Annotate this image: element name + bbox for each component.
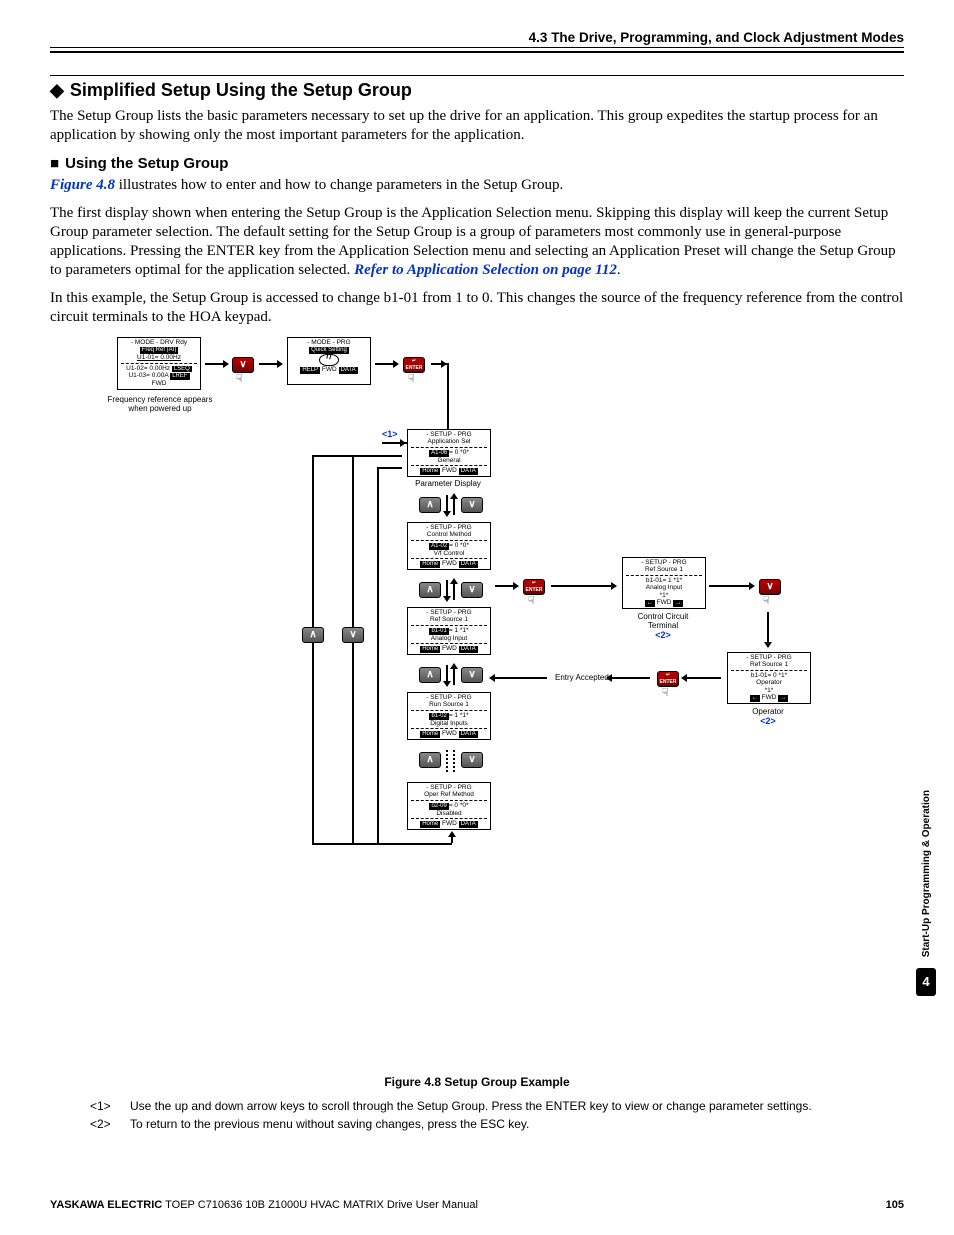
diamond-bullet-icon: ◆ bbox=[50, 80, 64, 100]
chapter-tab-label: Start-Up Programming & Operation bbox=[921, 790, 932, 957]
page-number: 105 bbox=[886, 1199, 904, 1211]
example-paragraph: In this example, the Setup Group is acce… bbox=[50, 289, 904, 327]
arrow-icon bbox=[453, 499, 455, 515]
lcd-run-source: - SETUP - PRG Run Source 1 b1-02= 1 *1* … bbox=[407, 692, 491, 740]
paragraph: Figure 4.8 illustrates how to enter and … bbox=[50, 176, 904, 195]
lcd-oper-ref: - SETUP - PRG Oper Ref Method o2-09= 0 *… bbox=[407, 782, 491, 830]
arrow-icon bbox=[767, 612, 769, 642]
setup-group-diagram: - MODE - DRV Rdy Freq Ref (AI) U1-01= 0.… bbox=[87, 337, 867, 1067]
arrow-icon bbox=[612, 677, 650, 679]
arrow-icon bbox=[451, 837, 453, 843]
chapter-number-chip: 4 bbox=[916, 968, 936, 996]
arrow-icon bbox=[205, 363, 223, 365]
dotted-line bbox=[453, 750, 455, 772]
square-bullet-icon: ■ bbox=[50, 155, 59, 172]
up-key-icon: ∧ bbox=[419, 582, 441, 598]
hand-icon: ☟ bbox=[662, 686, 669, 699]
arrow-icon bbox=[709, 585, 749, 587]
figure-notes: <1>Use the up and down arrow keys to scr… bbox=[50, 1099, 904, 1131]
arrow-icon bbox=[453, 584, 455, 600]
arrow-icon bbox=[453, 669, 455, 685]
enter-key-icon: ↵ENTER bbox=[657, 671, 679, 687]
arrow-icon bbox=[375, 363, 393, 365]
note-text: Use the up and down arrow keys to scroll… bbox=[130, 1099, 812, 1113]
lcd-ref-source: - SETUP - PRG Ref Source 1 b1-01= 1 *1* … bbox=[407, 607, 491, 655]
chapter-tab: Start-Up Programming & Operation 4 bbox=[916, 790, 936, 996]
down-key-icon: ∨ bbox=[759, 579, 781, 595]
arrow-icon bbox=[687, 677, 721, 679]
hand-icon: ☟ bbox=[408, 372, 415, 385]
enter-key-icon: ↵ENTER bbox=[523, 579, 545, 595]
up-key-icon: ∧ bbox=[419, 667, 441, 683]
hand-icon: ☟ bbox=[528, 594, 535, 607]
note-text: To return to the previous menu without s… bbox=[130, 1117, 529, 1131]
up-key-icon: ∧ bbox=[419, 497, 441, 513]
subsection-heading: ■Using the Setup Group bbox=[50, 155, 904, 172]
paragraph: The first display shown when entering th… bbox=[50, 204, 904, 279]
down-key-icon: ∨ bbox=[461, 667, 483, 683]
page-footer: YASKAWA ELECTRIC TOEP C710636 10B Z1000U… bbox=[50, 1199, 904, 1211]
header-section: 4.3 The Drive, Programming, and Clock Ad… bbox=[529, 30, 904, 45]
arrow-icon bbox=[446, 665, 448, 681]
footer-text: YASKAWA ELECTRIC TOEP C710636 10B Z1000U… bbox=[50, 1199, 478, 1211]
intro-paragraph: The Setup Group lists the basic paramete… bbox=[50, 107, 904, 145]
hand-icon: ☟ bbox=[763, 594, 770, 607]
figure-caption: Figure 4.8 Setup Group Example bbox=[50, 1075, 904, 1089]
up-key-icon: ∧ bbox=[419, 752, 441, 768]
arrow-icon bbox=[431, 363, 441, 365]
down-key-icon: ∨ bbox=[461, 752, 483, 768]
dotted-line bbox=[446, 750, 448, 772]
lcd-application-sel: - SETUP - PRG Application Sel A1-06= 0 *… bbox=[407, 429, 491, 477]
ref-edit-sub1: Control Circuit Terminal<2> bbox=[622, 612, 704, 640]
cross-reference-link[interactable]: Refer to Application Selection on page 1… bbox=[354, 262, 617, 278]
arrow-icon bbox=[446, 580, 448, 596]
ref-edit-sub2: Operator<2> bbox=[727, 707, 809, 726]
up-key-icon: ∧ bbox=[302, 627, 324, 643]
section-heading: ◆Simplified Setup Using the Setup Group bbox=[50, 80, 904, 101]
down-key-icon: ∨ bbox=[232, 357, 254, 373]
enter-key-icon: ↵ENTER bbox=[403, 357, 425, 373]
down-key-icon: ∨ bbox=[342, 627, 364, 643]
arrow-icon bbox=[259, 363, 277, 365]
lcd-quick-setting: - MODE - PRG Quick Setting HELP FWD DATA bbox=[287, 337, 371, 385]
figure-reference-link[interactable]: Figure 4.8 bbox=[50, 177, 115, 193]
arrow-icon bbox=[495, 585, 513, 587]
arrow-icon bbox=[446, 495, 448, 511]
hand-icon: ☟ bbox=[236, 372, 243, 385]
lcd-freq-sub: Frequency reference appears when powered… bbox=[105, 395, 215, 413]
down-key-icon: ∨ bbox=[461, 582, 483, 598]
param-display-label: Parameter Display bbox=[407, 479, 489, 488]
note-tag: <2> bbox=[90, 1117, 130, 1131]
arrow-icon bbox=[551, 585, 611, 587]
lcd-control-method: - SETUP - PRG Control Method A1-02= 0 *0… bbox=[407, 522, 491, 570]
note-tag: <1> bbox=[90, 1099, 130, 1113]
arrow-icon bbox=[382, 442, 400, 444]
arrow-icon bbox=[495, 677, 547, 679]
note-marker: <1> bbox=[382, 429, 398, 439]
down-key-icon: ∨ bbox=[461, 497, 483, 513]
lcd-ref-edit-analog: - SETUP - PRG Ref Source 1 b1-01= 1 *1* … bbox=[622, 557, 706, 609]
lcd-frequency-ref: - MODE - DRV Rdy Freq Ref (AI) U1-01= 0.… bbox=[117, 337, 201, 390]
lcd-ref-edit-operator: - SETUP - PRG Ref Source 1 b1-01= 0 *1* … bbox=[727, 652, 811, 704]
entry-accepted-label: Entry Accepted bbox=[555, 673, 609, 682]
